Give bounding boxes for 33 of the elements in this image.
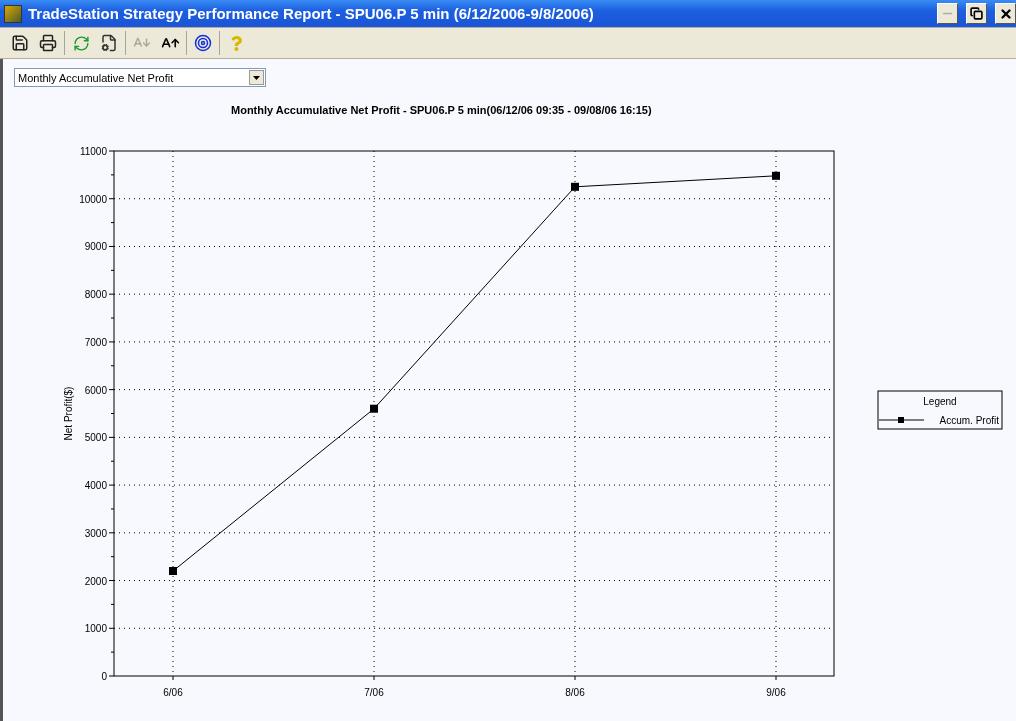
axis-tick-label: 10000	[79, 193, 107, 205]
axis-title: Net Profit($)	[63, 386, 74, 441]
axis-tick-label: 6000	[84, 384, 107, 396]
restore-icon	[970, 7, 983, 20]
axis-tick-label: 1000	[84, 623, 107, 635]
window-title: TradeStation Strategy Performance Report - SPU06.P 5 min (6/12/2006-9/8/2006)	[28, 5, 595, 22]
data-point	[370, 404, 378, 413]
refresh-icon	[72, 34, 90, 52]
report-dropdown[interactable]: Monthly Accumulative Net Profit	[14, 68, 266, 87]
axis-tick-label: 3000	[84, 527, 107, 539]
axis-tick-label: 0	[101, 671, 107, 682]
target-icon	[194, 34, 212, 52]
app-icon	[4, 4, 22, 23]
axis-tick-label: 7/06	[364, 687, 384, 698]
chart-title: Monthly Accumulative Net Profit - SPU06.P 5 min(06/12/06 09:35 - 09/08/06 16:15)	[231, 104, 652, 116]
axis-tick-label: 9000	[84, 241, 107, 253]
axis-tick-label: 4000	[84, 480, 107, 492]
close-button[interactable]	[995, 3, 1016, 24]
axis-tick-label: 9/06	[766, 687, 786, 698]
axis-tick-label: 5000	[84, 432, 107, 444]
legend-label: Accum. Profit	[939, 415, 999, 426]
axis-tick-label: 2000	[84, 575, 107, 587]
document-gear-icon	[100, 34, 118, 52]
axis-tick-label: 8000	[84, 289, 107, 301]
axis-tick-label: 6/06	[163, 687, 183, 698]
axis-tick-label: 8/06	[565, 687, 585, 698]
axis-tick-label: 7000	[84, 336, 107, 348]
close-icon	[998, 6, 1013, 21]
legend-title: Legend	[923, 396, 957, 407]
restore-button[interactable]	[966, 3, 987, 24]
axis-tick-label: 11000	[79, 146, 107, 157]
print-icon	[39, 34, 57, 52]
save-icon	[11, 34, 29, 52]
